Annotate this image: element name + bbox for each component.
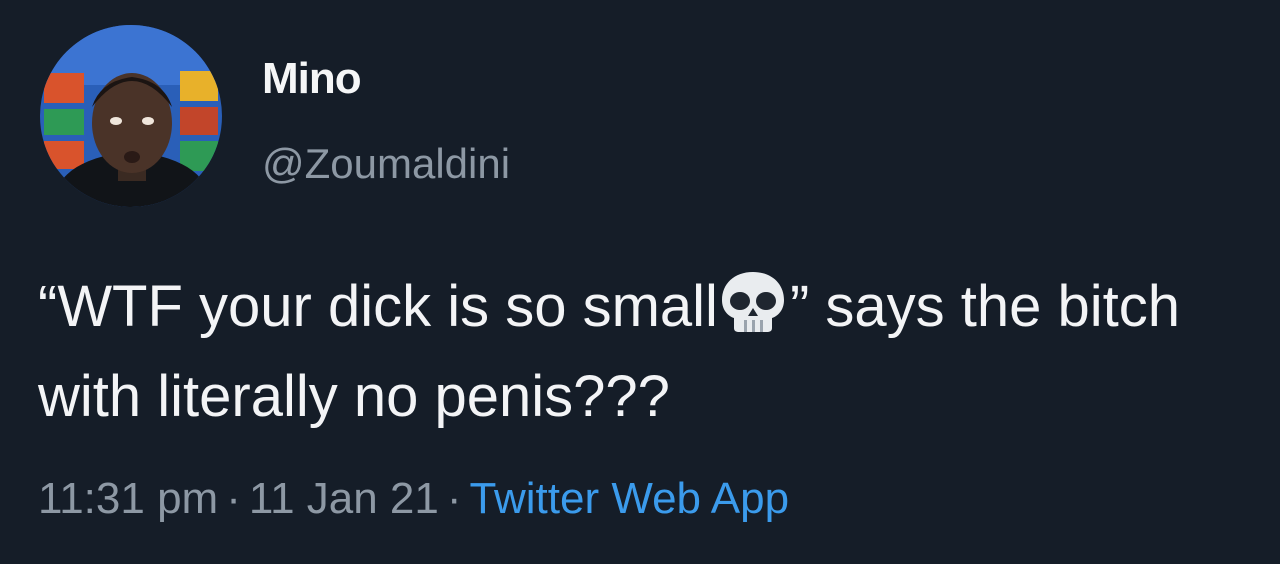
display-name[interactable]: Mino [262,54,362,104]
user-handle[interactable]: @Zoumaldini [262,140,510,188]
tweet-text-part-1: “WTF your dick is so small [38,274,718,339]
tweet-date[interactable]: 11 Jan 21 [249,474,439,523]
tweet-time[interactable]: 11:31 pm [38,474,218,523]
profile-photo-icon [40,25,222,207]
tweet-text: “WTF your dick is so small ” says the bi… [38,262,1258,442]
tweet-source-link[interactable]: Twitter Web App [470,474,790,523]
separator: · [446,474,462,523]
separator: · [226,474,241,523]
tweet-card: Mino @Zoumaldini “WTF your dick is so sm… [0,0,1280,564]
skull-icon [718,270,788,334]
tweet-meta: 11:31 pm · 11 Jan 21 · Twitter Web App [38,474,789,524]
avatar[interactable] [40,25,222,207]
